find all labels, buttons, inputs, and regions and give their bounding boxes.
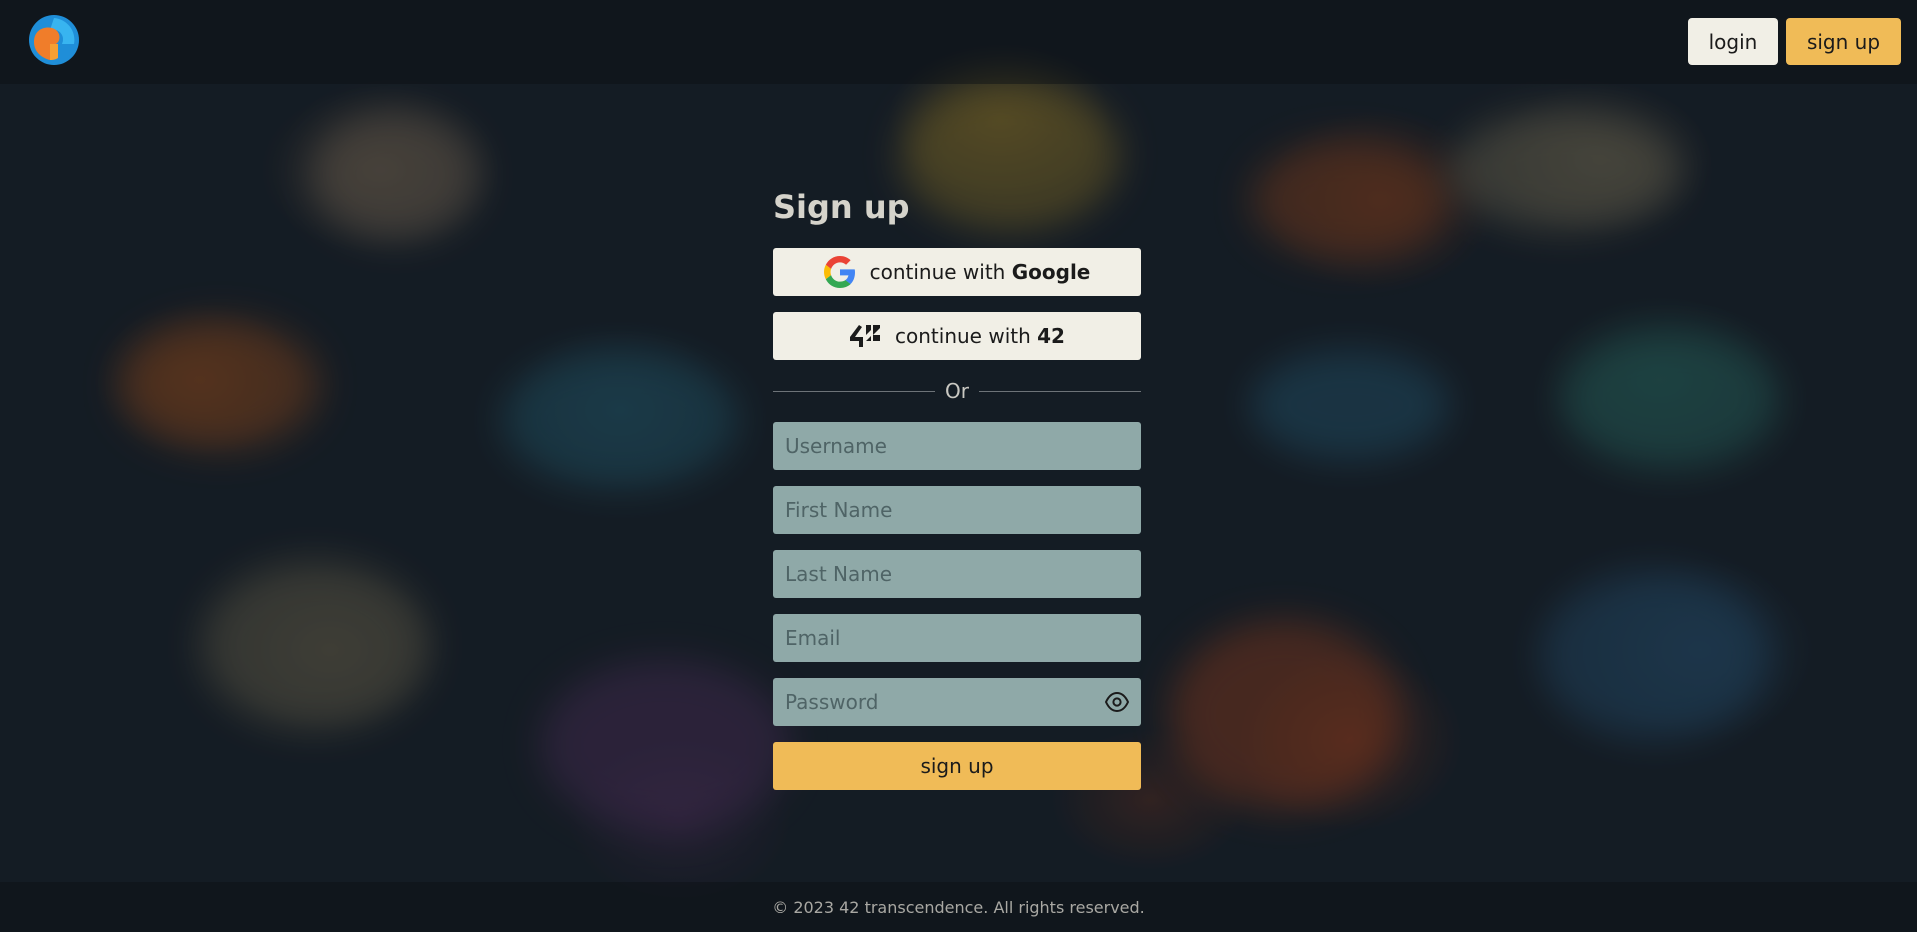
divider-line-left	[773, 390, 936, 392]
top-navbar: login sign up	[0, 0, 1917, 84]
or-divider: Or	[773, 379, 1141, 403]
signup-form: Sign up continue with Google continue wi…	[773, 180, 1141, 790]
42-button-label: continue with 42	[895, 324, 1065, 348]
divider-text: Or	[945, 379, 969, 403]
login-button[interactable]: login	[1688, 18, 1778, 65]
continue-with-google-button[interactable]: continue with Google	[773, 248, 1141, 296]
username-input[interactable]	[773, 422, 1141, 470]
email-field-wrapper	[773, 614, 1141, 662]
42-logo-icon	[850, 325, 881, 347]
footer: © 2023 42 transcendence. All rights rese…	[0, 882, 1917, 932]
last-name-field-wrapper	[773, 550, 1141, 598]
copyright-text: © 2023 42 transcendence. All rights rese…	[772, 897, 1145, 917]
first-name-input[interactable]	[773, 486, 1141, 534]
password-field-wrapper	[773, 678, 1141, 726]
google-icon	[823, 256, 855, 288]
google-button-label: continue with Google	[869, 260, 1091, 284]
signup-nav-button[interactable]: sign up	[1786, 18, 1901, 65]
last-name-input[interactable]	[773, 550, 1141, 598]
first-name-field-wrapper	[773, 486, 1141, 534]
email-input[interactable]	[773, 614, 1141, 662]
divider-line-right	[978, 390, 1141, 392]
password-input[interactable]	[773, 678, 1141, 726]
signup-submit-button[interactable]: sign up	[773, 742, 1141, 790]
page-title: Sign up	[773, 188, 910, 226]
continue-with-42-button[interactable]: continue with 42	[773, 312, 1141, 360]
app-logo-icon[interactable]	[28, 14, 80, 66]
eye-icon[interactable]	[1105, 691, 1129, 713]
username-field-wrapper	[773, 422, 1141, 470]
